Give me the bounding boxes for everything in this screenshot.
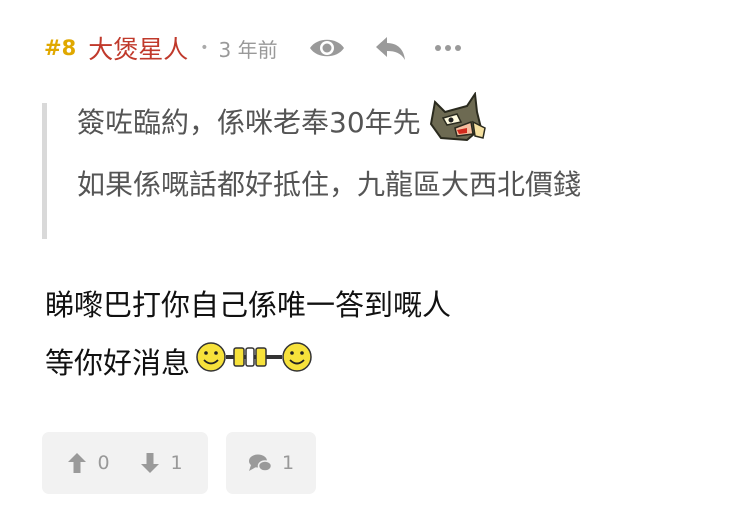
downvote-count: 1 [170,452,183,474]
comment-bubble-icon [248,453,272,473]
more-dots-icon[interactable] [434,44,462,52]
post-body: 睇嚟巴打你自己係唯一答到嘅人 等你好消息 [45,282,451,386]
quote-line: 簽咗臨約，係咪老奉30年先 [77,90,581,143]
body-line: 睇嚟巴打你自己係唯一答到嘅人 [45,282,451,328]
meta-separator: • [200,40,209,56]
upvote-button[interactable]: 0 [67,452,110,474]
body-line-text: 睇嚟巴打你自己係唯一答到嘅人 [45,288,452,322]
quote-line-text: 簽咗臨約，係咪老奉30年先 [77,106,421,139]
arrow-up-icon [67,452,87,474]
reply-arrow-icon[interactable] [374,35,406,61]
post-number[interactable]: #8 [44,36,76,60]
comments-button[interactable]: 1 [226,432,316,494]
quote-block: 簽咗臨約，係咪老奉30年先 如果係嘅話都好抵住，九龍區大西北價錢 [42,90,581,239]
post-header: #8 大煲星人 • 3 年前 [44,30,490,66]
upvote-count: 0 [97,452,110,474]
body-line-text: 等你好消息 [45,346,191,380]
username-link[interactable]: 大煲星人 [88,30,188,66]
vote-buttons: 0 1 [42,432,208,494]
post-time: 3 年前 [218,37,278,62]
body-line: 等你好消息 [45,340,451,386]
cat-face-emoji-icon [427,90,489,155]
smiley-dumbbell-emoji-icon [196,340,312,387]
quote-line: 如果係嘅話都好抵住，九龍區大西北價錢 [77,165,581,205]
arrow-down-icon [140,452,160,474]
downvote-button[interactable]: 1 [140,452,183,474]
quote-line-text: 如果係嘅話都好抵住，九龍區大西北價錢 [77,168,582,201]
comment-count: 1 [281,452,295,474]
post-actions: 0 1 1 [42,432,316,494]
eye-icon[interactable] [308,36,346,60]
